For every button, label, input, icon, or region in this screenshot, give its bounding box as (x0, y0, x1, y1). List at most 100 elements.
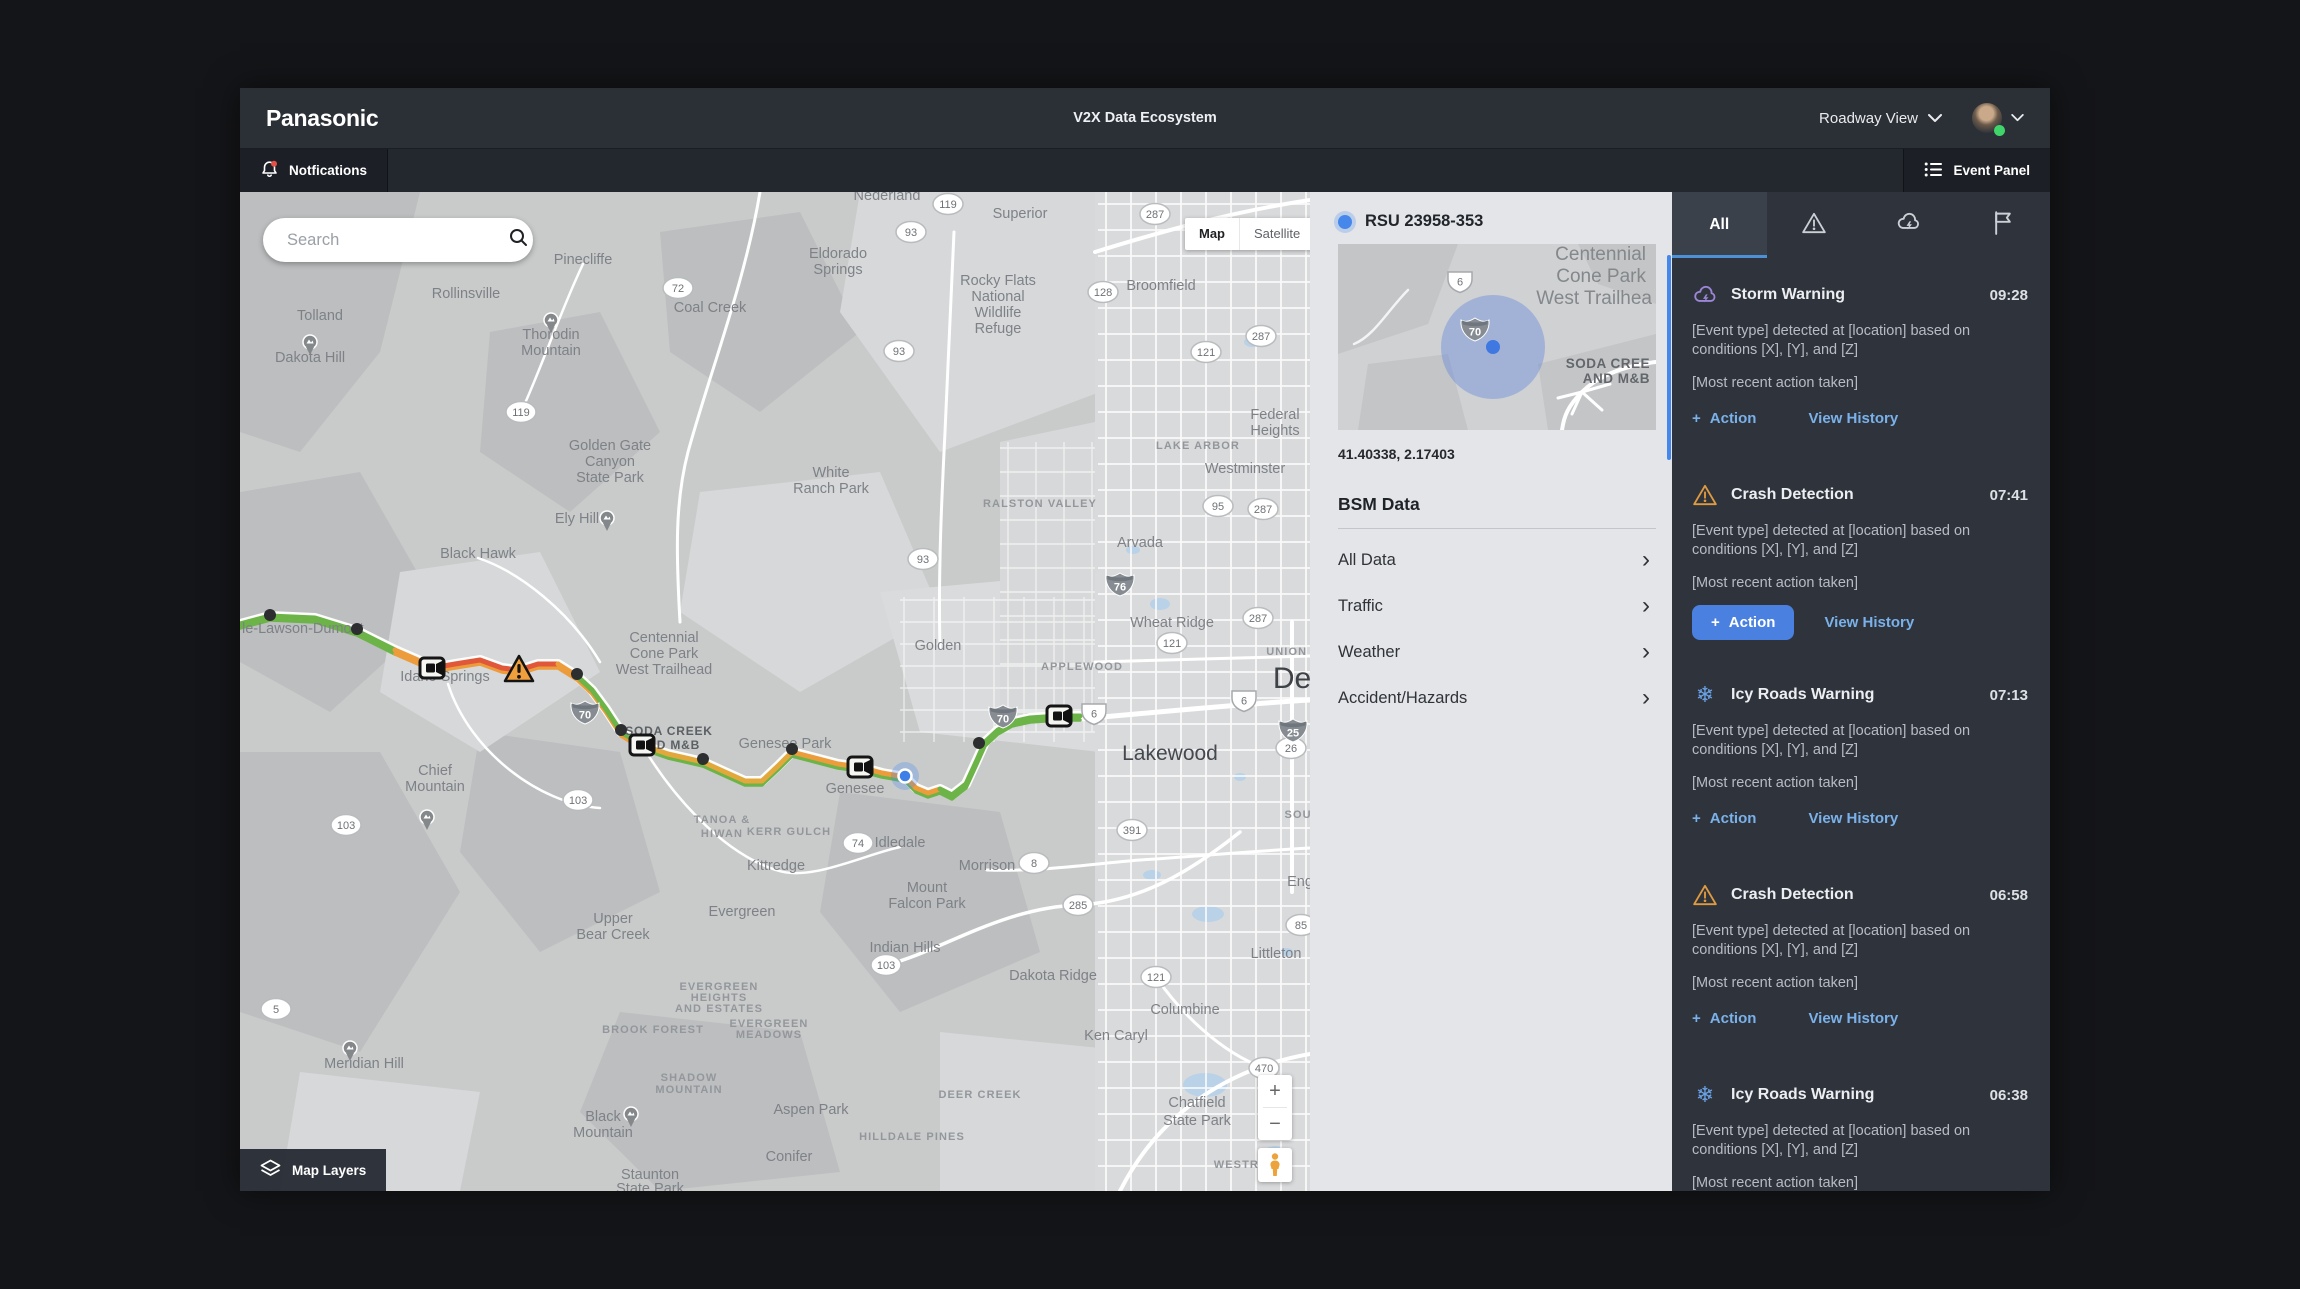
event-title: Icy Roads Warning (1731, 1086, 1874, 1104)
map-label: RALSTON VALLEY (983, 498, 1097, 510)
panel-scrollbar[interactable] (1667, 255, 1671, 460)
svg-text:121: 121 (1147, 972, 1165, 984)
camera-marker[interactable] (630, 735, 654, 755)
rsu-id: RSU 23958-353 (1365, 212, 1483, 231)
view-selector[interactable]: Roadway View (1819, 110, 1942, 127)
svg-text:287: 287 (1252, 331, 1270, 343)
menu-item-weather[interactable]: Weather › (1310, 629, 1672, 675)
camera-marker[interactable] (420, 658, 444, 678)
route-node-dot (264, 609, 276, 621)
menu-item-label: Accident/Hazards (1338, 689, 1467, 708)
chevron-down-icon (1928, 110, 1942, 127)
map-label: HIWAN (701, 828, 743, 840)
map-label: Rollinsville (432, 286, 501, 302)
map-label: Arvada (1117, 535, 1164, 551)
plus-icon: + (1692, 1010, 1701, 1027)
warning-triangle-icon (1692, 882, 1718, 908)
map-label: SOUT (1285, 809, 1310, 821)
selected-rsu-marker[interactable] (899, 770, 912, 783)
map-label: Mount (907, 880, 947, 896)
menu-item-traffic[interactable]: Traffic › (1310, 583, 1672, 629)
rsu-minimap[interactable]: 670CentennialCone ParkWest TrailheaSODA … (1338, 244, 1656, 430)
zoom-out-button[interactable]: − (1258, 1108, 1292, 1140)
main-content: 1191197293939328728728728712812112112195… (240, 192, 2050, 1191)
minimap-label: AND M&B (1583, 371, 1650, 386)
event-description: [Event type] detected at [location] base… (1692, 522, 2007, 560)
event-last-action: [Most recent action taken] (1692, 774, 2007, 793)
svg-text:93: 93 (917, 554, 929, 566)
map-label: Bear Creek (576, 927, 650, 943)
event-time: 07:13 (1990, 687, 2028, 704)
chevron-right-icon: › (1642, 550, 1650, 570)
event-title: Storm Warning (1731, 286, 1845, 304)
user-menu[interactable] (1972, 103, 2024, 133)
action-button[interactable]: +Action (1692, 605, 1794, 640)
map-layers-button[interactable]: Map Layers (240, 1149, 386, 1191)
search-icon[interactable] (509, 228, 528, 252)
view-history-link[interactable]: View History (1808, 1010, 1898, 1027)
event-panel-button[interactable]: Event Panel (1903, 149, 2050, 192)
view-history-link[interactable]: View History (1824, 614, 1914, 631)
storm-cloud-icon (1895, 210, 1922, 240)
zoom-in-button[interactable]: + (1258, 1075, 1292, 1107)
layers-icon (260, 1159, 281, 1181)
svg-text:103: 103 (337, 820, 355, 832)
action-button[interactable]: +Action (1692, 1010, 1756, 1027)
action-button[interactable]: +Action (1692, 810, 1756, 827)
map-search (263, 218, 533, 262)
map-label: Mountain (521, 343, 581, 359)
tab-storm-events[interactable] (1861, 192, 1956, 258)
svg-text:103: 103 (569, 795, 587, 807)
map-label: Indian Hills (870, 940, 941, 956)
svg-text:93: 93 (893, 346, 905, 358)
rsu-location-dot (1486, 340, 1500, 354)
map-label: Littleton (1251, 946, 1302, 962)
svg-text:121: 121 (1197, 347, 1215, 359)
svg-text:70: 70 (1469, 327, 1481, 339)
svg-text:5: 5 (273, 1004, 279, 1016)
event-time: 06:38 (1990, 1087, 2028, 1104)
event-card: ❄ Icy Roads Warning 06:38 [Event type] d… (1672, 1058, 2050, 1191)
camera-marker[interactable] (1047, 706, 1071, 726)
map-type-map[interactable]: Map (1185, 218, 1240, 250)
roadway-map[interactable]: 1191197293939328728728728712812112112195… (240, 192, 1310, 1191)
view-history-link[interactable]: View History (1808, 410, 1898, 427)
route-shield: 121 (1191, 342, 1221, 363)
map-label: Black Hawk (440, 546, 516, 562)
map-label: LAKE ARBOR (1156, 440, 1240, 452)
svg-text:128: 128 (1094, 287, 1112, 299)
svg-text:6: 6 (1091, 709, 1097, 721)
flag-icon (1991, 210, 2015, 240)
route-shield: 287 (1140, 204, 1170, 225)
search-input[interactable] (285, 230, 509, 251)
map-type-satellite[interactable]: Satellite (1240, 218, 1310, 250)
tab-warnings[interactable] (1767, 192, 1862, 258)
camera-marker[interactable] (848, 757, 872, 777)
app-title: V2X Data Ecosystem (1073, 110, 1216, 126)
svg-text:287: 287 (1146, 209, 1164, 221)
plus-icon: + (1692, 410, 1701, 427)
bsm-menu: All Data › Traffic › Weather › Accident/… (1310, 529, 1672, 721)
view-history-link[interactable]: View History (1808, 810, 1898, 827)
tab-all[interactable]: All (1672, 192, 1767, 258)
event-card: Crash Detection 07:41 [Event type] detec… (1672, 458, 2050, 658)
list-icon (1924, 161, 1943, 181)
street-view-pegman[interactable] (1258, 1148, 1292, 1182)
map-label: TANOA & (694, 814, 751, 826)
map-label: Broomfield (1126, 278, 1195, 294)
map-label: Black (585, 1109, 621, 1125)
notifications-button[interactable]: Notfications (240, 149, 388, 192)
svg-text:119: 119 (939, 199, 957, 211)
menu-item-all-data[interactable]: All Data › (1310, 537, 1672, 583)
map-label: Wheat Ridge (1130, 615, 1214, 631)
menu-item-accident-hazards[interactable]: Accident/Hazards › (1310, 675, 1672, 721)
action-button[interactable]: +Action (1692, 410, 1756, 427)
event-title: Crash Detection (1731, 486, 1854, 504)
rsu-header: RSU 23958-353 (1310, 192, 1672, 244)
map-canvas[interactable]: 1191197293939328728728728712812112112195… (240, 192, 1310, 1191)
tab-flagged[interactable] (1956, 192, 2051, 258)
map-label: Heights (1250, 423, 1299, 439)
route-node-dot (786, 743, 798, 755)
map-label: State Park (616, 1181, 684, 1191)
map-label: Lakewood (1122, 742, 1218, 765)
